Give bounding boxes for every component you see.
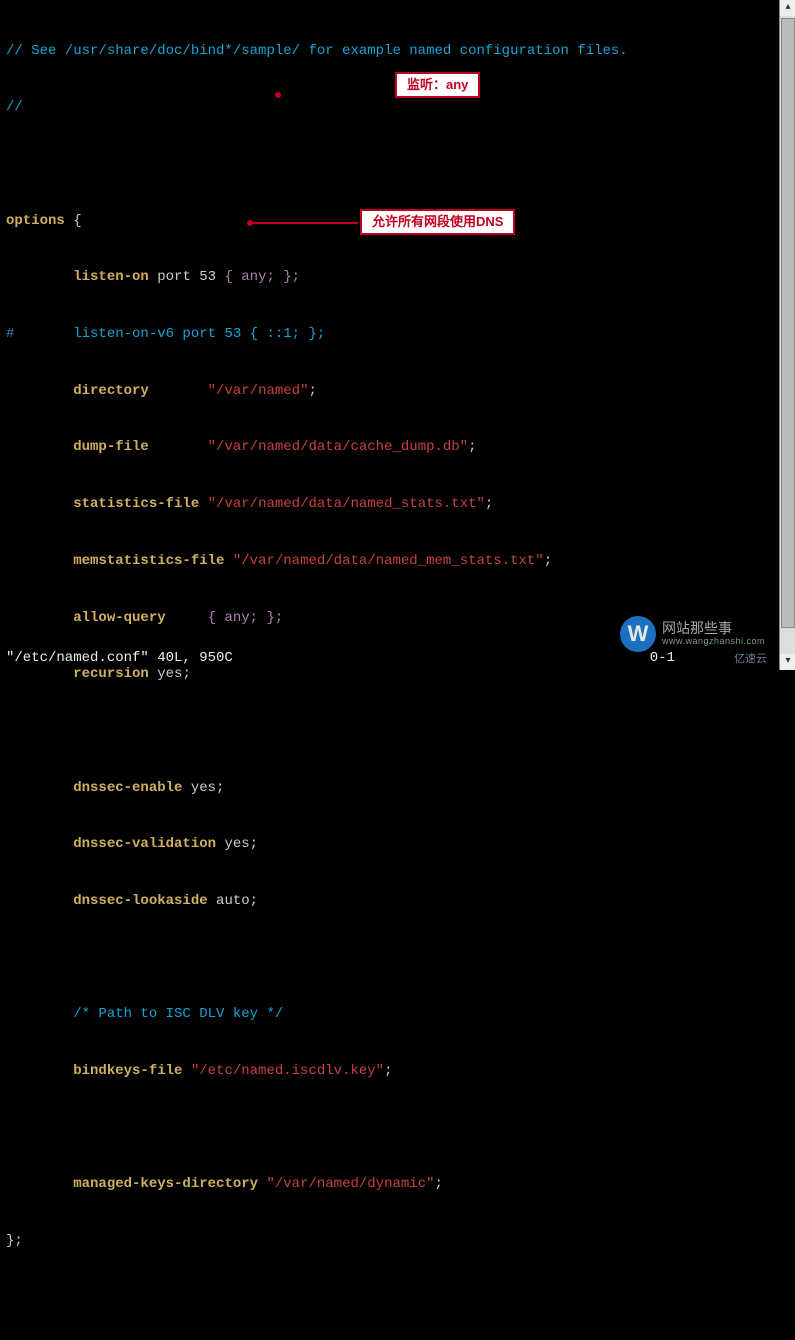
annotation-dot <box>275 92 281 98</box>
watermark-icon: W <box>620 616 656 652</box>
kw-listen-on: listen-on <box>73 269 149 285</box>
commented-line: listen-on-v6 port 53 { ::1; }; <box>14 326 325 342</box>
status-bar-filename: "/etc/named.conf" 40L, 950C <box>6 649 615 668</box>
watermark-secondary: 亿速云 <box>734 653 767 668</box>
kw-options: options <box>6 213 65 229</box>
watermark-text: 网站那些事 <box>662 621 765 636</box>
block-comment: /* Path to ISC DLV key */ <box>73 1006 283 1022</box>
annotation-listen: 监听：any <box>395 72 480 98</box>
scrollbar-down-icon[interactable]: ▾ <box>780 654 795 670</box>
comment-line: // <box>6 99 23 115</box>
scrollbar[interactable]: ▴ ▾ <box>779 0 795 670</box>
scrollbar-thumb[interactable] <box>781 18 795 628</box>
scrollbar-up-icon[interactable]: ▴ <box>780 0 795 16</box>
code-editor[interactable]: // See /usr/share/doc/bind*/sample/ for … <box>6 4 789 1340</box>
annotation-line <box>253 222 358 224</box>
watermark-url: www.wangzhanshi.com <box>662 637 765 647</box>
annotation-allow: 允许所有网段使用DNS <box>360 209 515 235</box>
watermark-logo: W 网站那些事 www.wangzhanshi.com <box>620 616 765 652</box>
comment-line: // See /usr/share/doc/bind*/sample/ for … <box>6 43 628 59</box>
